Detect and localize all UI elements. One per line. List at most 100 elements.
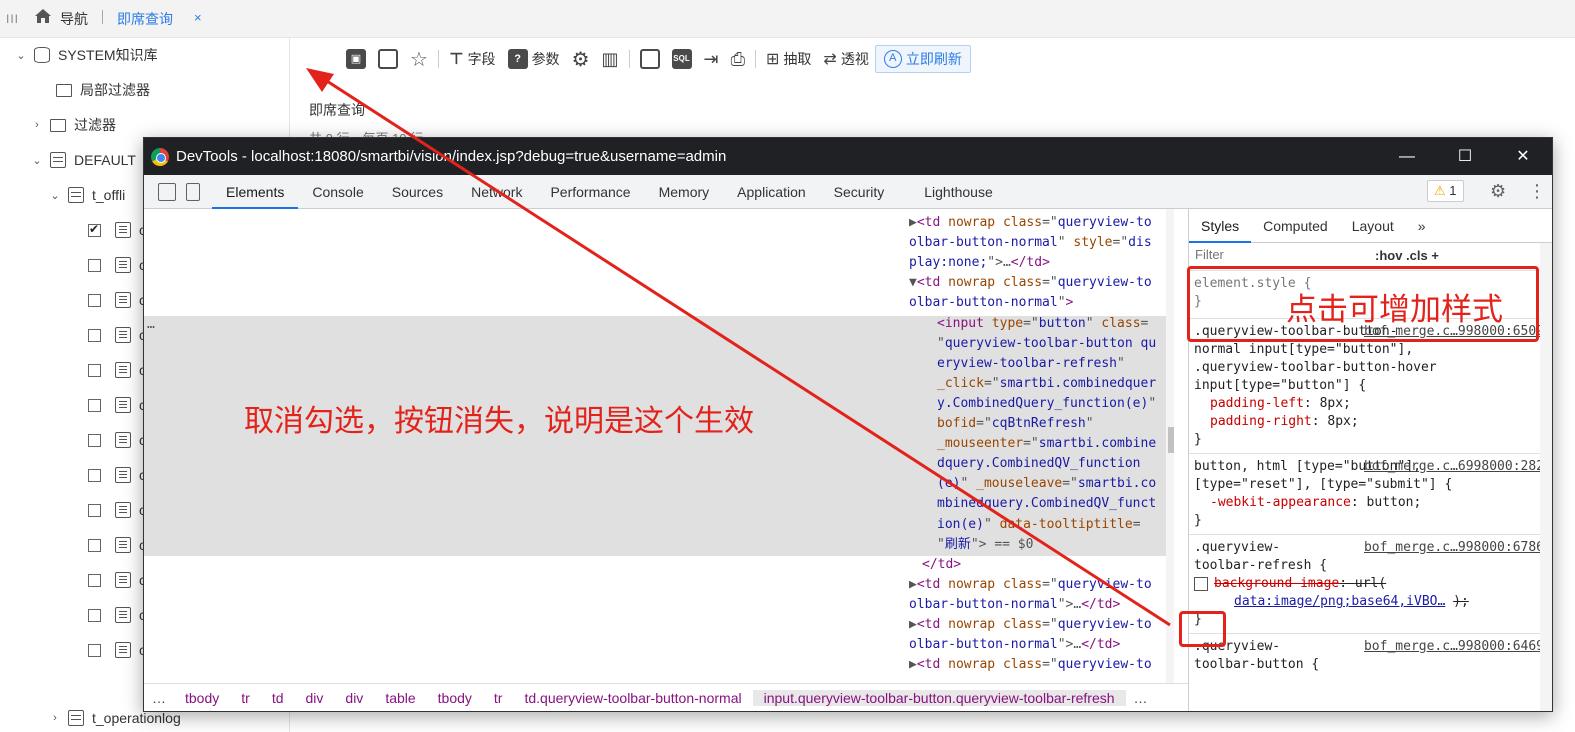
close-icon[interactable]: ✕ (1500, 138, 1546, 175)
breadcrumb-item[interactable]: div (334, 690, 374, 706)
tab-console[interactable]: Console (298, 175, 377, 209)
dom-code-line[interactable]: ▶<td nowrap class="queryview-to (909, 655, 1152, 675)
pivot-button[interactable]: ⇄ 透视 (817, 45, 874, 73)
tab-close-icon[interactable]: × (194, 10, 202, 25)
breadcrumb-overflow-end[interactable]: … (1126, 690, 1156, 706)
tree-node-column[interactable]: c (88, 533, 146, 557)
dom-code-line[interactable]: olbar-button-normal">…</td> (909, 635, 1120, 655)
fields-button[interactable]: ⊤ 字段 (443, 45, 502, 73)
tree-node-column[interactable]: c (88, 288, 146, 312)
column-checkbox[interactable] (88, 503, 101, 517)
tab-lighthouse[interactable]: Lighthouse (910, 175, 1007, 209)
dom-code-line[interactable]: olbar-button-normal"> (909, 293, 1073, 313)
column-checkbox[interactable] (88, 538, 101, 552)
settings-button[interactable]: ⚙ (566, 45, 596, 73)
elements-scrollbar[interactable] (1166, 209, 1174, 683)
dom-code-line[interactable]: <input type="button" class= (937, 314, 1148, 334)
dom-code-line[interactable]: ▼<td nowrap class="queryview-to (909, 273, 1152, 293)
warnings-badge[interactable]: ⚠ 1 (1427, 180, 1464, 202)
style-rule-toolbar-button[interactable]: bof_merge.c…998000:6469 .queryview-toolb… (1189, 634, 1552, 678)
tab-layout[interactable]: Layout (1340, 209, 1406, 243)
dom-code-line[interactable]: y.CombinedQuery_function(e)" (937, 394, 1156, 414)
node-ellipsis[interactable]: … (147, 317, 155, 332)
column-checkbox[interactable] (88, 222, 101, 237)
nav-link[interactable]: 导航 (60, 9, 88, 29)
rule-prop-line[interactable]: background-image: url( (1194, 575, 1546, 593)
params-button[interactable]: ? 参数 (502, 45, 566, 73)
tree-node-column[interactable]: c (88, 358, 146, 382)
elements-tree[interactable]: … ▶<td nowrap class="queryview-to olbar-b… (144, 209, 1174, 683)
tab-performance[interactable]: Performance (536, 175, 644, 209)
breadcrumb-item-current[interactable]: input.queryview-toolbar-button.queryview… (752, 689, 1126, 706)
tree-node-column[interactable]: c (88, 218, 146, 242)
breadcrumb-item[interactable]: table (374, 690, 426, 706)
chevron-right-icon[interactable]: › (30, 119, 44, 131)
tree-node-column[interactable]: c (88, 393, 146, 417)
favorite-button[interactable]: ☆ (404, 45, 434, 73)
style-rule-toolbar-refresh[interactable]: bof_merge.c…998000:6786 .queryview-toolb… (1189, 535, 1552, 634)
tab-sources[interactable]: Sources (378, 175, 457, 209)
rule-prop-line[interactable]: padding-left: 8px; (1194, 395, 1546, 413)
chevron-down-icon[interactable]: ⌄ (14, 49, 28, 62)
tree-node-local-filter[interactable]: 局部过滤器 (50, 78, 150, 102)
styles-filter-tools[interactable]: :hov .cls + (1375, 248, 1439, 263)
dom-code-line[interactable]: ▶<td nowrap class="queryview-to (909, 575, 1152, 595)
column-checkbox[interactable] (88, 643, 101, 657)
tree-node-default[interactable]: ⌄ DEFAULT (30, 148, 136, 172)
minimize-icon[interactable]: — (1384, 138, 1430, 175)
tree-node-system[interactable]: ⌄ SYSTEM知识库 (14, 43, 158, 67)
breadcrumb-item[interactable]: tr (230, 690, 261, 706)
breadcrumb-item[interactable]: tbody (427, 690, 483, 706)
column-checkbox[interactable] (88, 258, 101, 272)
inspect-element-icon[interactable] (158, 182, 176, 201)
breadcrumb-item[interactable]: tr (483, 690, 514, 706)
rule-prop-line[interactable]: padding-right: 8px; (1194, 413, 1546, 431)
dom-code-line[interactable]: "刷新"> == $0 (937, 535, 1033, 555)
breadcrumb-overflow[interactable]: … (144, 690, 174, 706)
breadcrumb-item[interactable]: td (261, 690, 295, 706)
tab-security[interactable]: Security (820, 175, 899, 209)
rule-source-link[interactable]: bof_merge.c…998000:6469 (1364, 638, 1544, 656)
more-tabs-icon[interactable]: » (1406, 209, 1438, 243)
more-options-icon[interactable]: ⋮ (1528, 181, 1546, 202)
column-checkbox[interactable] (88, 573, 101, 587)
save-button[interactable]: ▣ (340, 45, 372, 73)
dom-code-line[interactable]: olbar-button-normal" style="dis (909, 233, 1152, 253)
tab-elements[interactable]: Elements (212, 175, 299, 209)
chevron-right-icon[interactable]: › (48, 712, 62, 724)
menu-grip-icon[interactable]: III (6, 12, 19, 26)
tree-node-column[interactable]: c (88, 498, 146, 522)
dom-code-line[interactable]: (e)" _mouseleave="smartbi.co (937, 474, 1156, 494)
column-checkbox[interactable] (88, 608, 101, 622)
elements-scroll-thumb[interactable] (1168, 427, 1174, 453)
dom-code-line[interactable]: mbinedquery.CombinedQV_funct (937, 494, 1156, 514)
dom-code-line[interactable]: _click="smartbi.combinedquer (937, 374, 1156, 394)
column-checkbox[interactable] (88, 398, 101, 412)
dom-code-line[interactable]: bofid="cqBtnRefresh" (937, 414, 1094, 434)
chart-button[interactable]: ▥ (596, 45, 625, 73)
dom-code-line[interactable]: play:none;">…</td> (909, 253, 1050, 273)
column-checkbox[interactable] (88, 433, 101, 447)
tab-styles[interactable]: Styles (1189, 209, 1252, 243)
tree-node-column[interactable]: c (88, 323, 146, 347)
data-uri-link[interactable]: data:image/png;base64,iVBO… (1234, 594, 1445, 609)
column-checkbox[interactable] (88, 468, 101, 482)
dom-code-line[interactable]: ion(e)" data-tooltiptitle= (937, 515, 1141, 535)
dom-code-line[interactable]: ▶<td nowrap class="queryview-to (909, 213, 1152, 233)
device-toggle-icon[interactable] (186, 182, 200, 201)
tab-network[interactable]: Network (457, 175, 536, 209)
breadcrumb-item[interactable]: tbody (174, 690, 230, 706)
property-toggle-checkbox[interactable] (1194, 576, 1208, 591)
home-icon[interactable] (34, 8, 52, 24)
dom-code-line[interactable]: _mouseenter="smartbi.combine (937, 434, 1156, 454)
dom-code-line[interactable]: "queryview-toolbar-button qu (937, 334, 1156, 354)
sql-button[interactable]: SQL (666, 45, 698, 73)
refresh-now-button[interactable]: A 立即刷新 (874, 45, 971, 73)
dom-code-line[interactable]: eryview-toolbar-refresh" (937, 354, 1125, 374)
column-checkbox[interactable] (88, 363, 101, 377)
breadcrumb-item[interactable]: div (295, 690, 335, 706)
rule-source-link[interactable]: bof_merge.c…6998000:282 (1364, 458, 1544, 476)
dom-code-line[interactable]: </td> (922, 555, 961, 575)
chevron-down-icon[interactable]: ⌄ (30, 154, 44, 167)
styles-filter-input[interactable] (1195, 247, 1365, 262)
